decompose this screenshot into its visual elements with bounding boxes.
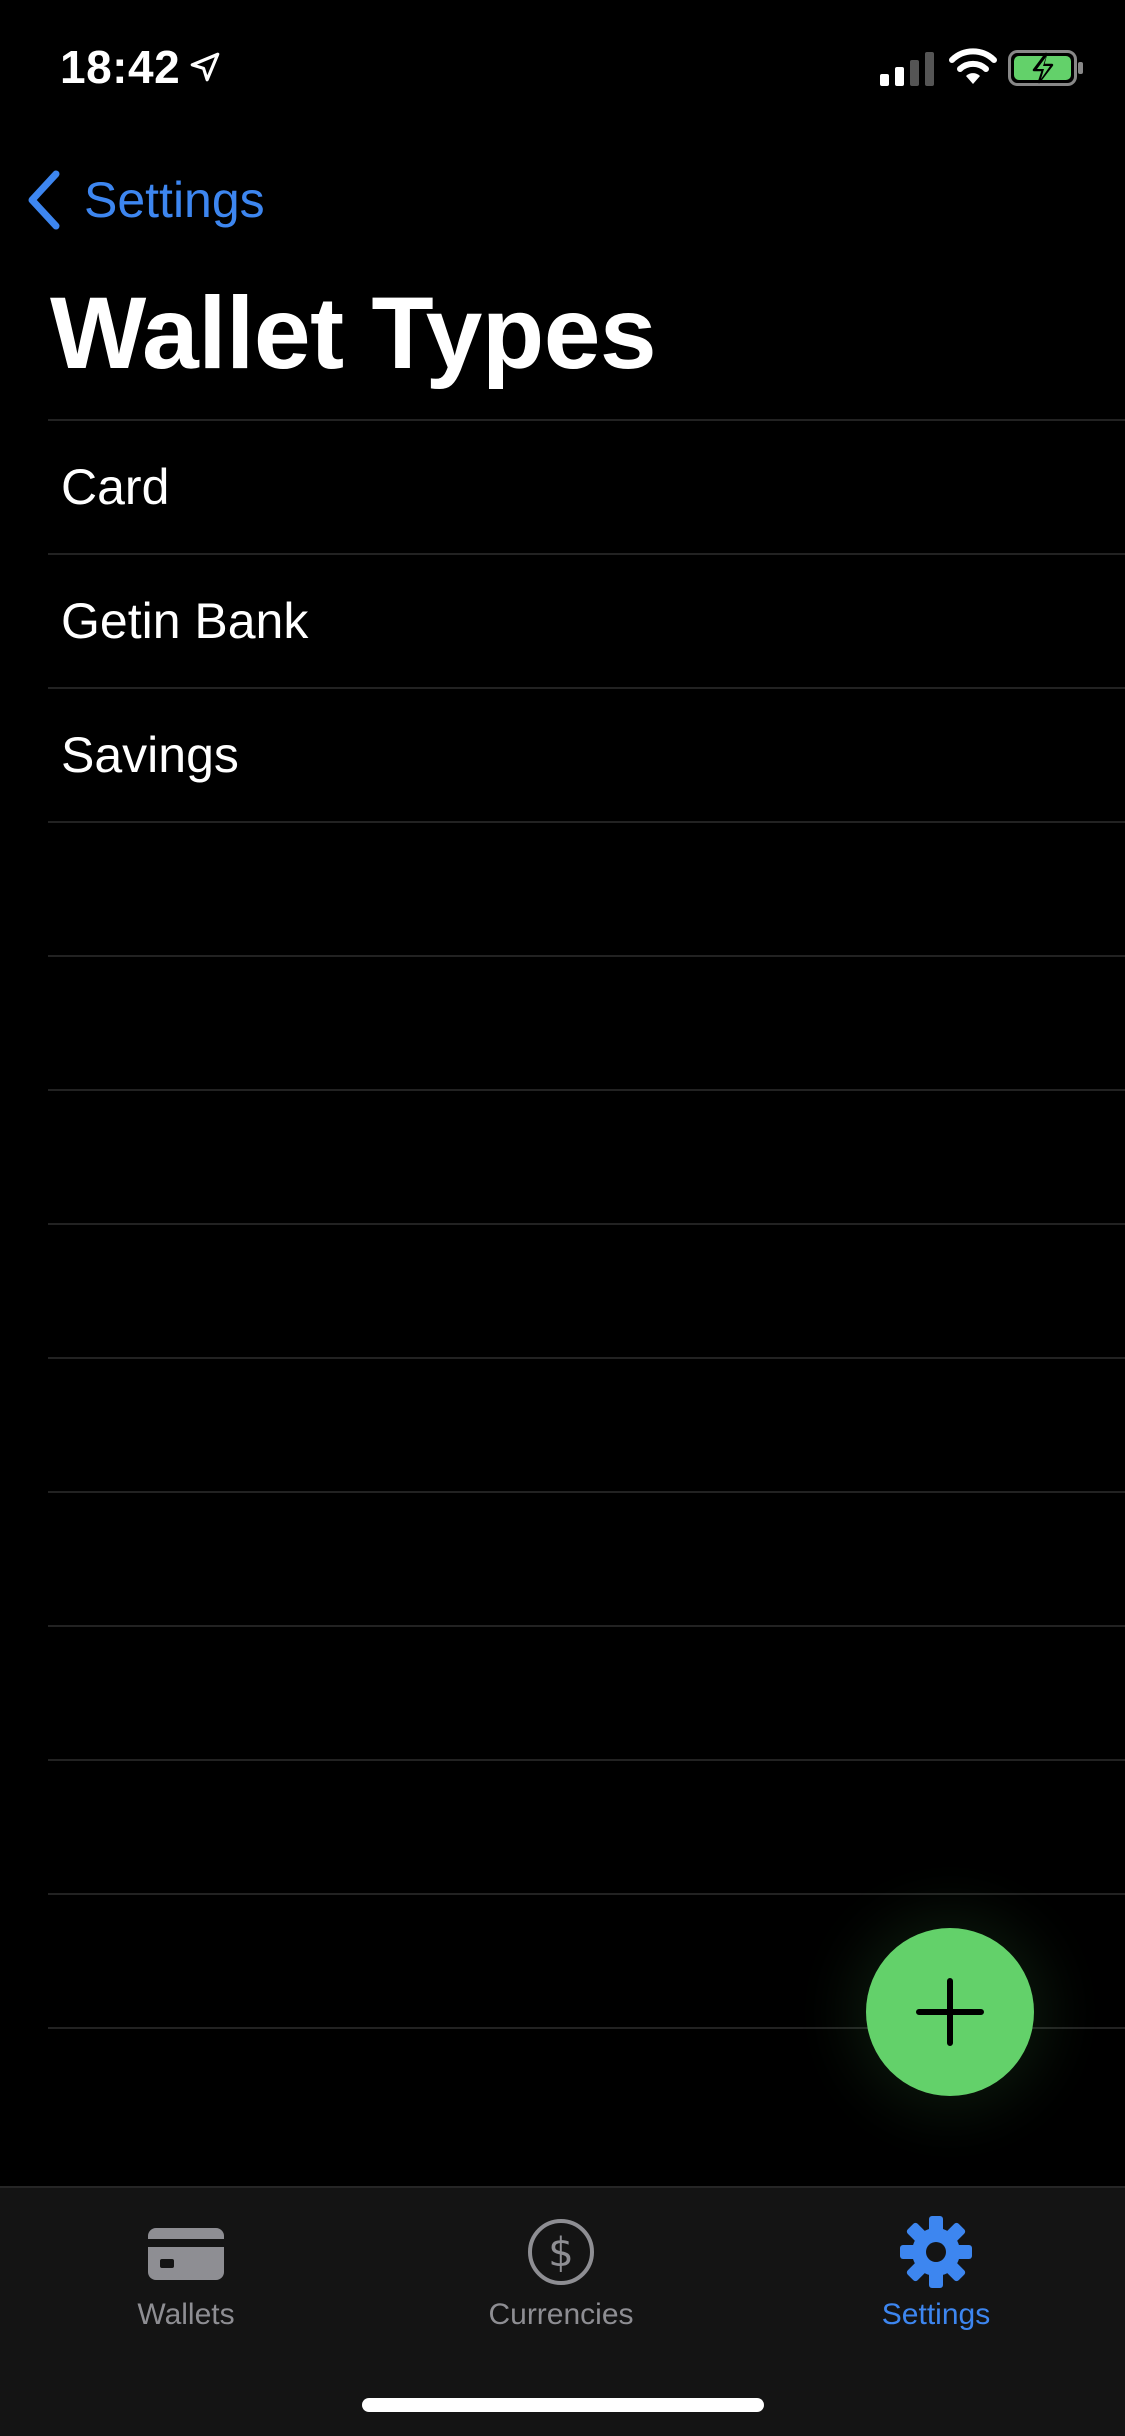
cellular-signal-icon: [880, 52, 934, 86]
list-item-label: Savings: [61, 727, 239, 783]
gear-icon: [900, 2216, 972, 2288]
dollar-circle-icon: $: [528, 2219, 594, 2285]
list-item[interactable]: Savings: [48, 687, 1125, 821]
tab-label: Wallets: [137, 2298, 235, 2331]
empty-list-row: [48, 821, 1125, 955]
empty-list-row: [48, 1223, 1125, 1357]
empty-list-row: [48, 955, 1125, 1089]
credit-card-icon: [148, 2228, 224, 2280]
empty-list-row: [48, 1089, 1125, 1223]
status-bar: 18:42: [0, 0, 1125, 132]
tab-settings[interactable]: Settings: [796, 2212, 1076, 2342]
empty-list-row: [48, 1357, 1125, 1491]
plus-icon: [916, 1978, 984, 2046]
tab-label: Settings: [881, 2298, 991, 2331]
empty-list-row: [48, 1759, 1125, 1893]
page-title: Wallet Types: [50, 276, 657, 390]
empty-list-row: [48, 1491, 1125, 1625]
back-button[interactable]: Settings: [22, 160, 265, 240]
list-item-label: Card: [61, 459, 170, 515]
wallet-types-list: Card Getin Bank Savings: [48, 419, 1125, 2161]
list-item[interactable]: Card: [48, 419, 1125, 553]
home-indicator[interactable]: [362, 2398, 764, 2412]
list-item-label: Getin Bank: [61, 593, 309, 649]
chevron-left-icon: [28, 170, 60, 230]
tab-bar: Wallets $ Currencies Settings: [0, 2186, 1125, 2436]
status-time: 18:42: [60, 41, 181, 93]
add-wallet-type-button[interactable]: [866, 1928, 1034, 2096]
empty-list-row: [48, 1625, 1125, 1759]
location-arrow-icon: [190, 52, 220, 82]
wifi-icon: [949, 48, 997, 84]
svg-text:$: $: [548, 2230, 573, 2276]
tab-label: Currencies: [488, 2298, 634, 2331]
battery-charging-icon: [1008, 50, 1083, 86]
list-item[interactable]: Getin Bank: [48, 553, 1125, 687]
tab-wallets[interactable]: Wallets: [46, 2212, 326, 2342]
back-button-label: Settings: [84, 172, 265, 228]
tab-currencies[interactable]: $ Currencies: [421, 2212, 701, 2342]
